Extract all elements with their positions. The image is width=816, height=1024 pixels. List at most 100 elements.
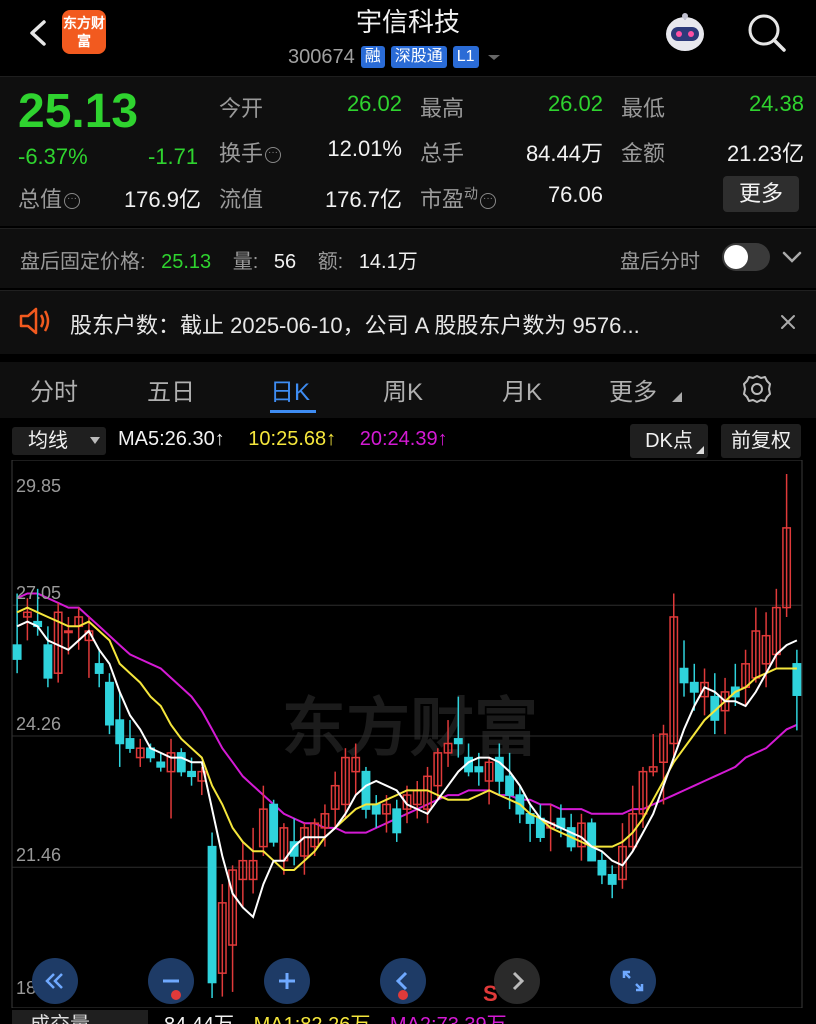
- robot-icon: [666, 13, 704, 51]
- dropdown-icon: [90, 437, 100, 444]
- turnover-label-text: 换手: [219, 141, 264, 166]
- step-left-dot: [398, 990, 408, 1000]
- tab-timeshare[interactable]: 分时: [30, 372, 78, 407]
- speaker-icon: [19, 307, 50, 335]
- candle-down: [607, 873, 617, 885]
- kline-chart[interactable]: 东方财富 29.8527.0524.2621.4618.67 S: [0, 460, 816, 1008]
- stock-code: 300674: [288, 45, 355, 68]
- mktcap-label-text: 总值: [18, 187, 63, 212]
- low-label: 最低: [621, 96, 666, 121]
- scroll-left-fast-button[interactable]: [32, 958, 78, 1004]
- info-icon[interactable]: ···: [265, 147, 282, 163]
- change-amount: -1.71: [148, 144, 199, 169]
- double-chevron-left-icon: [45, 973, 63, 989]
- ma5-arrow: ↑: [214, 428, 225, 450]
- dropdown-icon[interactable]: [485, 48, 503, 66]
- tab-weekly-k[interactable]: 周K: [383, 372, 423, 407]
- candle-down: [105, 681, 114, 726]
- candle-down: [269, 803, 279, 843]
- search-icon: [748, 14, 786, 52]
- assistant-robot-button[interactable]: [662, 10, 708, 56]
- candle-down: [125, 738, 135, 749]
- search-button[interactable]: [744, 10, 790, 56]
- last-price: 25.13: [18, 85, 139, 138]
- dk-point-button[interactable]: DK点: [630, 424, 708, 458]
- toggle-knob: [724, 245, 748, 269]
- amount-value: 21.23亿: [726, 141, 804, 166]
- low-value: 24.38: [748, 91, 804, 116]
- candle-down: [474, 766, 484, 773]
- ma-legend: MA5:26.30↑ 10:25.68↑ 20:24.39↑: [118, 428, 448, 451]
- high-label: 最高: [420, 96, 465, 121]
- volume-values: 84.44万 MA1:82.26万 MA2:73.39万: [164, 1010, 507, 1024]
- mktcap-label: 总值 ···: [18, 182, 81, 214]
- volume-value: 84.44万: [164, 1014, 234, 1024]
- volume-ma2: MA2:73.39万: [390, 1014, 507, 1024]
- tab-more[interactable]: 更多: [609, 372, 657, 407]
- candle-down: [43, 644, 53, 679]
- minus-icon: [163, 979, 179, 983]
- expand-icon: [622, 970, 644, 992]
- active-tab-indicator: [270, 410, 316, 413]
- candle-down: [156, 761, 166, 768]
- price-adjust-button[interactable]: 前复权: [721, 424, 801, 458]
- ma5-value: MA5:26.30: [118, 428, 215, 450]
- fullscreen-button[interactable]: [610, 958, 656, 1004]
- tab-daily-k[interactable]: 日K: [270, 372, 310, 407]
- corner-arrow-icon: [672, 392, 682, 402]
- chevron-right-icon: [512, 971, 525, 991]
- pe-label: 市盈动 ···: [420, 182, 497, 214]
- candle-down: [176, 752, 186, 773]
- float-cap-value: 176.7亿: [324, 187, 402, 212]
- tab-five-day[interactable]: 五日: [147, 372, 195, 407]
- volume-indicator-select[interactable]: 成交量: [12, 1010, 148, 1024]
- settings-gear-icon[interactable]: [740, 372, 774, 406]
- candle-down: [587, 822, 597, 862]
- notice-text: 股东户数：截止 2025-06-10，公司 A 股股东户数为 9576...: [70, 313, 640, 338]
- info-icon[interactable]: ···: [64, 193, 81, 209]
- candle-down: [505, 775, 515, 796]
- candle-down: [392, 808, 402, 834]
- candle-down: [115, 719, 125, 745]
- ma10-arrow: ↑: [326, 428, 337, 450]
- candle-down: [371, 803, 381, 815]
- amount-label: 金额: [621, 141, 666, 166]
- y-tick-label: 24.26: [16, 714, 61, 734]
- candle-down: [453, 738, 463, 745]
- volume-strip: 成交量 84.44万 MA1:82.26万 MA2:73.39万: [0, 1010, 816, 1024]
- indicator-select[interactable]: 均线: [12, 427, 106, 455]
- dk-point-label: DK点: [645, 430, 693, 452]
- candle-down: [94, 663, 104, 674]
- info-icon[interactable]: ···: [480, 193, 497, 209]
- open-label: 今开: [219, 96, 264, 121]
- zoom-in-button[interactable]: [264, 958, 310, 1004]
- candle-down: [12, 644, 22, 660]
- y-tick-label: 21.46: [16, 845, 61, 865]
- indicator-select-label: 均线: [28, 430, 68, 452]
- turnover-value: 12.01%: [327, 136, 402, 161]
- ma10-value: 10:25.68: [248, 428, 327, 450]
- after-hours-amt-label: 额:: [317, 251, 344, 273]
- volume-value: 84.44万: [525, 141, 603, 166]
- tab-monthly-k[interactable]: 月K: [502, 372, 542, 407]
- candle-down: [207, 845, 217, 984]
- plus-icon: [279, 973, 295, 989]
- corner-arrow-icon: [696, 446, 704, 454]
- step-right-button[interactable]: [494, 958, 540, 1004]
- y-tick-label: 29.85: [16, 476, 61, 496]
- more-quote-button[interactable]: 更多: [723, 176, 799, 212]
- open-value: 26.02: [346, 91, 402, 116]
- pe-value: 76.06: [547, 182, 603, 207]
- volume-ma1: MA1:82.26万: [254, 1014, 371, 1024]
- ma20-arrow: ↑: [437, 428, 448, 450]
- chevron-down-icon[interactable]: [780, 247, 804, 267]
- close-icon[interactable]: [778, 312, 798, 332]
- volume-label: 总手: [420, 141, 465, 166]
- after-hours-price: 25.13: [161, 251, 212, 273]
- after-hours-vol-label: 量:: [232, 251, 259, 273]
- after-hours-timeshare-label: 盘后分时: [620, 251, 700, 273]
- float-cap-label: 流值: [219, 187, 264, 212]
- after-hours-amt: 14.1万: [358, 251, 418, 273]
- zoom-out-dot: [171, 990, 181, 1000]
- candle-down: [187, 770, 196, 778]
